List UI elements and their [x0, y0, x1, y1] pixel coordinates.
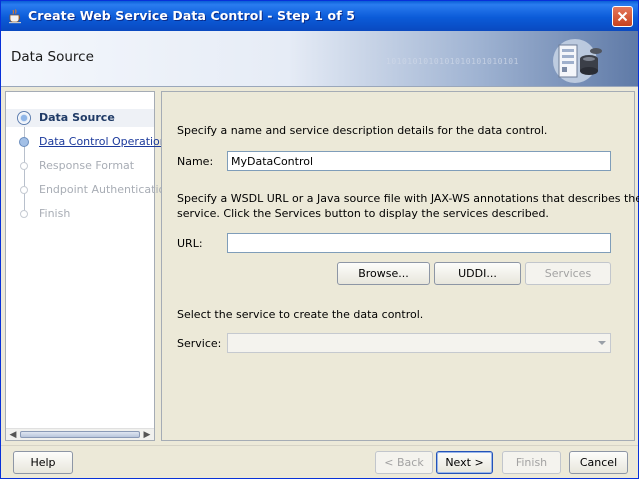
wizard-header: Data Source 1010101010101010101010101 — [1, 31, 638, 87]
title-bar[interactable]: Create Web Service Data Control - Step 1… — [1, 1, 638, 31]
finish-button: Finish — [502, 451, 561, 474]
close-button[interactable] — [612, 6, 633, 27]
wsdl-description-line-1: Specify a WSDL URL or a Java source file… — [177, 192, 639, 205]
step-indicator-icon — [20, 210, 28, 218]
step-label: Endpoint Authentication — [39, 183, 173, 196]
dropdown-caret-icon — [598, 341, 606, 345]
wsdl-description-line-2: service. Click the Services button to di… — [177, 207, 549, 220]
step-finish: Finish — [6, 205, 154, 223]
step-indicator-icon — [20, 162, 28, 170]
step-label: Data Control Operations — [39, 135, 173, 148]
footer-separator — [1, 445, 638, 446]
step-label: Data Source — [39, 111, 115, 124]
back-button: < Back — [375, 451, 433, 474]
name-label: Name: — [177, 155, 214, 168]
page-title: Data Source — [11, 49, 94, 65]
cancel-button[interactable]: Cancel — [569, 451, 628, 474]
select-service-text: Select the service to create the data co… — [177, 308, 424, 321]
help-button[interactable]: Help — [13, 451, 73, 474]
scroll-thumb[interactable] — [20, 431, 140, 438]
step-label: Response Format — [39, 159, 135, 172]
step-label: Finish — [39, 207, 71, 220]
services-button: Services — [525, 262, 611, 285]
window-title: Create Web Service Data Control - Step 1… — [28, 8, 356, 23]
close-icon — [617, 11, 628, 22]
url-label: URL: — [177, 237, 203, 250]
url-input[interactable] — [227, 233, 611, 253]
wizard-steps-panel: Data Source Data Control Operations Resp… — [5, 91, 173, 441]
service-label: Service: — [177, 337, 222, 350]
dialog-window: Create Web Service Data Control - Step 1… — [0, 0, 639, 479]
name-input[interactable] — [227, 151, 611, 171]
coffee-cup-icon — [7, 8, 23, 24]
intro-text: Specify a name and service description d… — [177, 124, 548, 137]
step-endpoint-authentication: Endpoint Authentication — [6, 181, 172, 199]
browse-button[interactable]: Browse... — [337, 262, 430, 285]
database-server-icon — [553, 39, 602, 83]
service-dropdown — [227, 333, 611, 353]
step-response-format: Response Format — [6, 157, 154, 175]
step-indicator-icon — [20, 186, 28, 194]
header-binary-decoration: 1010101010101010101010101 — [386, 57, 519, 66]
next-button[interactable]: Next > — [436, 451, 493, 474]
step-indicator-icon — [19, 137, 29, 147]
scroll-right-icon[interactable]: ▶ — [142, 430, 152, 440]
step-data-control-operations[interactable]: Data Control Operations — [6, 133, 173, 151]
main-content-panel: Specify a name and service description d… — [161, 91, 639, 441]
horizontal-scrollbar[interactable]: ◀ ▶ — [6, 428, 154, 440]
uddi-button[interactable]: UDDI... — [434, 262, 521, 285]
step-data-source[interactable]: Data Source — [6, 109, 154, 127]
scroll-left-icon[interactable]: ◀ — [8, 430, 18, 440]
step-indicator-icon — [17, 111, 31, 125]
